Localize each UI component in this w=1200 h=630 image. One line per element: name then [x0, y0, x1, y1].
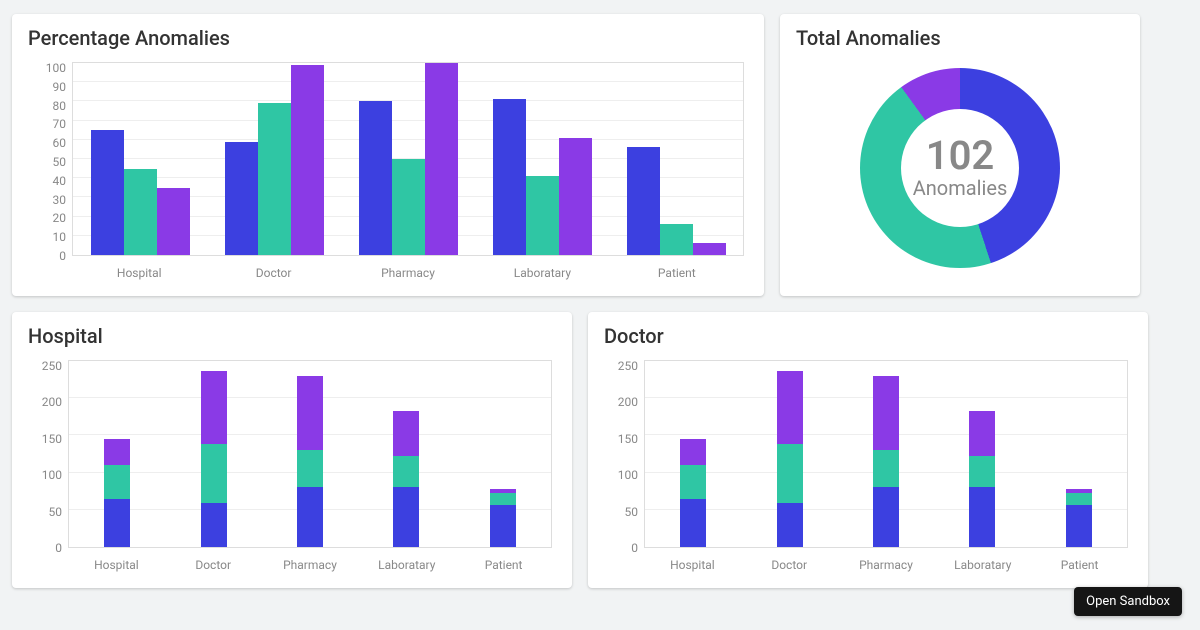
bar[interactable]	[693, 243, 726, 255]
card-percentage-anomalies: Percentage Anomalies 0102030405060708090…	[12, 14, 764, 296]
open-sandbox-button[interactable]: Open Sandbox	[1074, 587, 1182, 616]
x-axis-labels: HospitalDoctorPharmacyLaborataryPatient	[72, 260, 744, 286]
bar[interactable]	[493, 99, 526, 255]
bar-segment[interactable]	[201, 503, 227, 547]
bar[interactable]	[157, 188, 190, 255]
bar[interactable]	[124, 169, 157, 255]
bar-segment[interactable]	[104, 465, 130, 498]
bar-segment[interactable]	[777, 444, 803, 503]
bar[interactable]	[559, 138, 592, 255]
bar[interactable]	[660, 224, 693, 255]
bar[interactable]	[225, 142, 258, 255]
bar-segment[interactable]	[393, 411, 419, 456]
bar-segment[interactable]	[297, 450, 323, 487]
bar-segment[interactable]	[680, 499, 706, 547]
bar-segment[interactable]	[777, 371, 803, 445]
bar-segment[interactable]	[201, 371, 227, 445]
total-anomalies-label: Anomalies	[913, 176, 1008, 200]
y-axis-labels: 050100150200250	[26, 354, 66, 548]
bar-segment[interactable]	[490, 505, 516, 547]
y-axis-labels: 0102030405060708090100	[26, 56, 70, 256]
bar-segment[interactable]	[104, 499, 130, 547]
bar-segment[interactable]	[873, 376, 899, 450]
bar-segment[interactable]	[873, 450, 899, 487]
chart-hospital-stacked[interactable]: 050100150200250 HospitalDoctorPharmacyLa…	[26, 354, 558, 578]
bar[interactable]	[392, 159, 425, 255]
bar[interactable]	[359, 101, 392, 255]
card-title: Doctor	[604, 324, 1134, 348]
plot-area	[72, 62, 744, 256]
plot-area	[644, 360, 1128, 548]
card-title: Hospital	[28, 324, 558, 348]
card-title: Total Anomalies	[796, 26, 1126, 50]
y-axis-labels: 050100150200250	[602, 354, 642, 548]
x-axis-labels: HospitalDoctorPharmacyLaborataryPatient	[68, 552, 552, 578]
card-title: Percentage Anomalies	[28, 26, 750, 50]
bar-segment[interactable]	[297, 487, 323, 547]
donut-center: 102 Anomalies	[901, 109, 1019, 227]
bar-segment[interactable]	[1066, 493, 1092, 505]
bar-segment[interactable]	[680, 439, 706, 465]
card-doctor: Doctor 050100150200250 HospitalDoctorPha…	[588, 312, 1148, 588]
bar-segment[interactable]	[393, 487, 419, 547]
bar-segment[interactable]	[969, 456, 995, 487]
bar-segment[interactable]	[297, 376, 323, 450]
plot-area	[68, 360, 552, 548]
total-anomalies-count: 102	[926, 136, 995, 176]
bar-segment[interactable]	[104, 439, 130, 465]
bar-segment[interactable]	[201, 444, 227, 503]
bar[interactable]	[526, 176, 559, 255]
bar-segment[interactable]	[680, 465, 706, 498]
bar[interactable]	[425, 63, 458, 255]
bar[interactable]	[291, 65, 324, 255]
x-axis-labels: HospitalDoctorPharmacyLaborataryPatient	[644, 552, 1128, 578]
bar-segment[interactable]	[873, 487, 899, 547]
bar-segment[interactable]	[490, 493, 516, 505]
bar-segment[interactable]	[393, 456, 419, 487]
chart-percentage-anomalies[interactable]: 0102030405060708090100 HospitalDoctorPha…	[26, 56, 750, 286]
bar-segment[interactable]	[969, 487, 995, 547]
bar[interactable]	[91, 130, 124, 255]
bar-segment[interactable]	[777, 503, 803, 547]
bar-segment[interactable]	[969, 411, 995, 456]
card-hospital: Hospital 050100150200250 HospitalDoctorP…	[12, 312, 572, 588]
chart-total-anomalies-donut[interactable]: 102 Anomalies	[860, 68, 1060, 268]
bar[interactable]	[258, 103, 291, 255]
card-total-anomalies: Total Anomalies 102 Anomalies	[780, 14, 1140, 296]
bar-segment[interactable]	[1066, 505, 1092, 547]
bar[interactable]	[627, 147, 660, 255]
chart-doctor-stacked[interactable]: 050100150200250 HospitalDoctorPharmacyLa…	[602, 354, 1134, 578]
